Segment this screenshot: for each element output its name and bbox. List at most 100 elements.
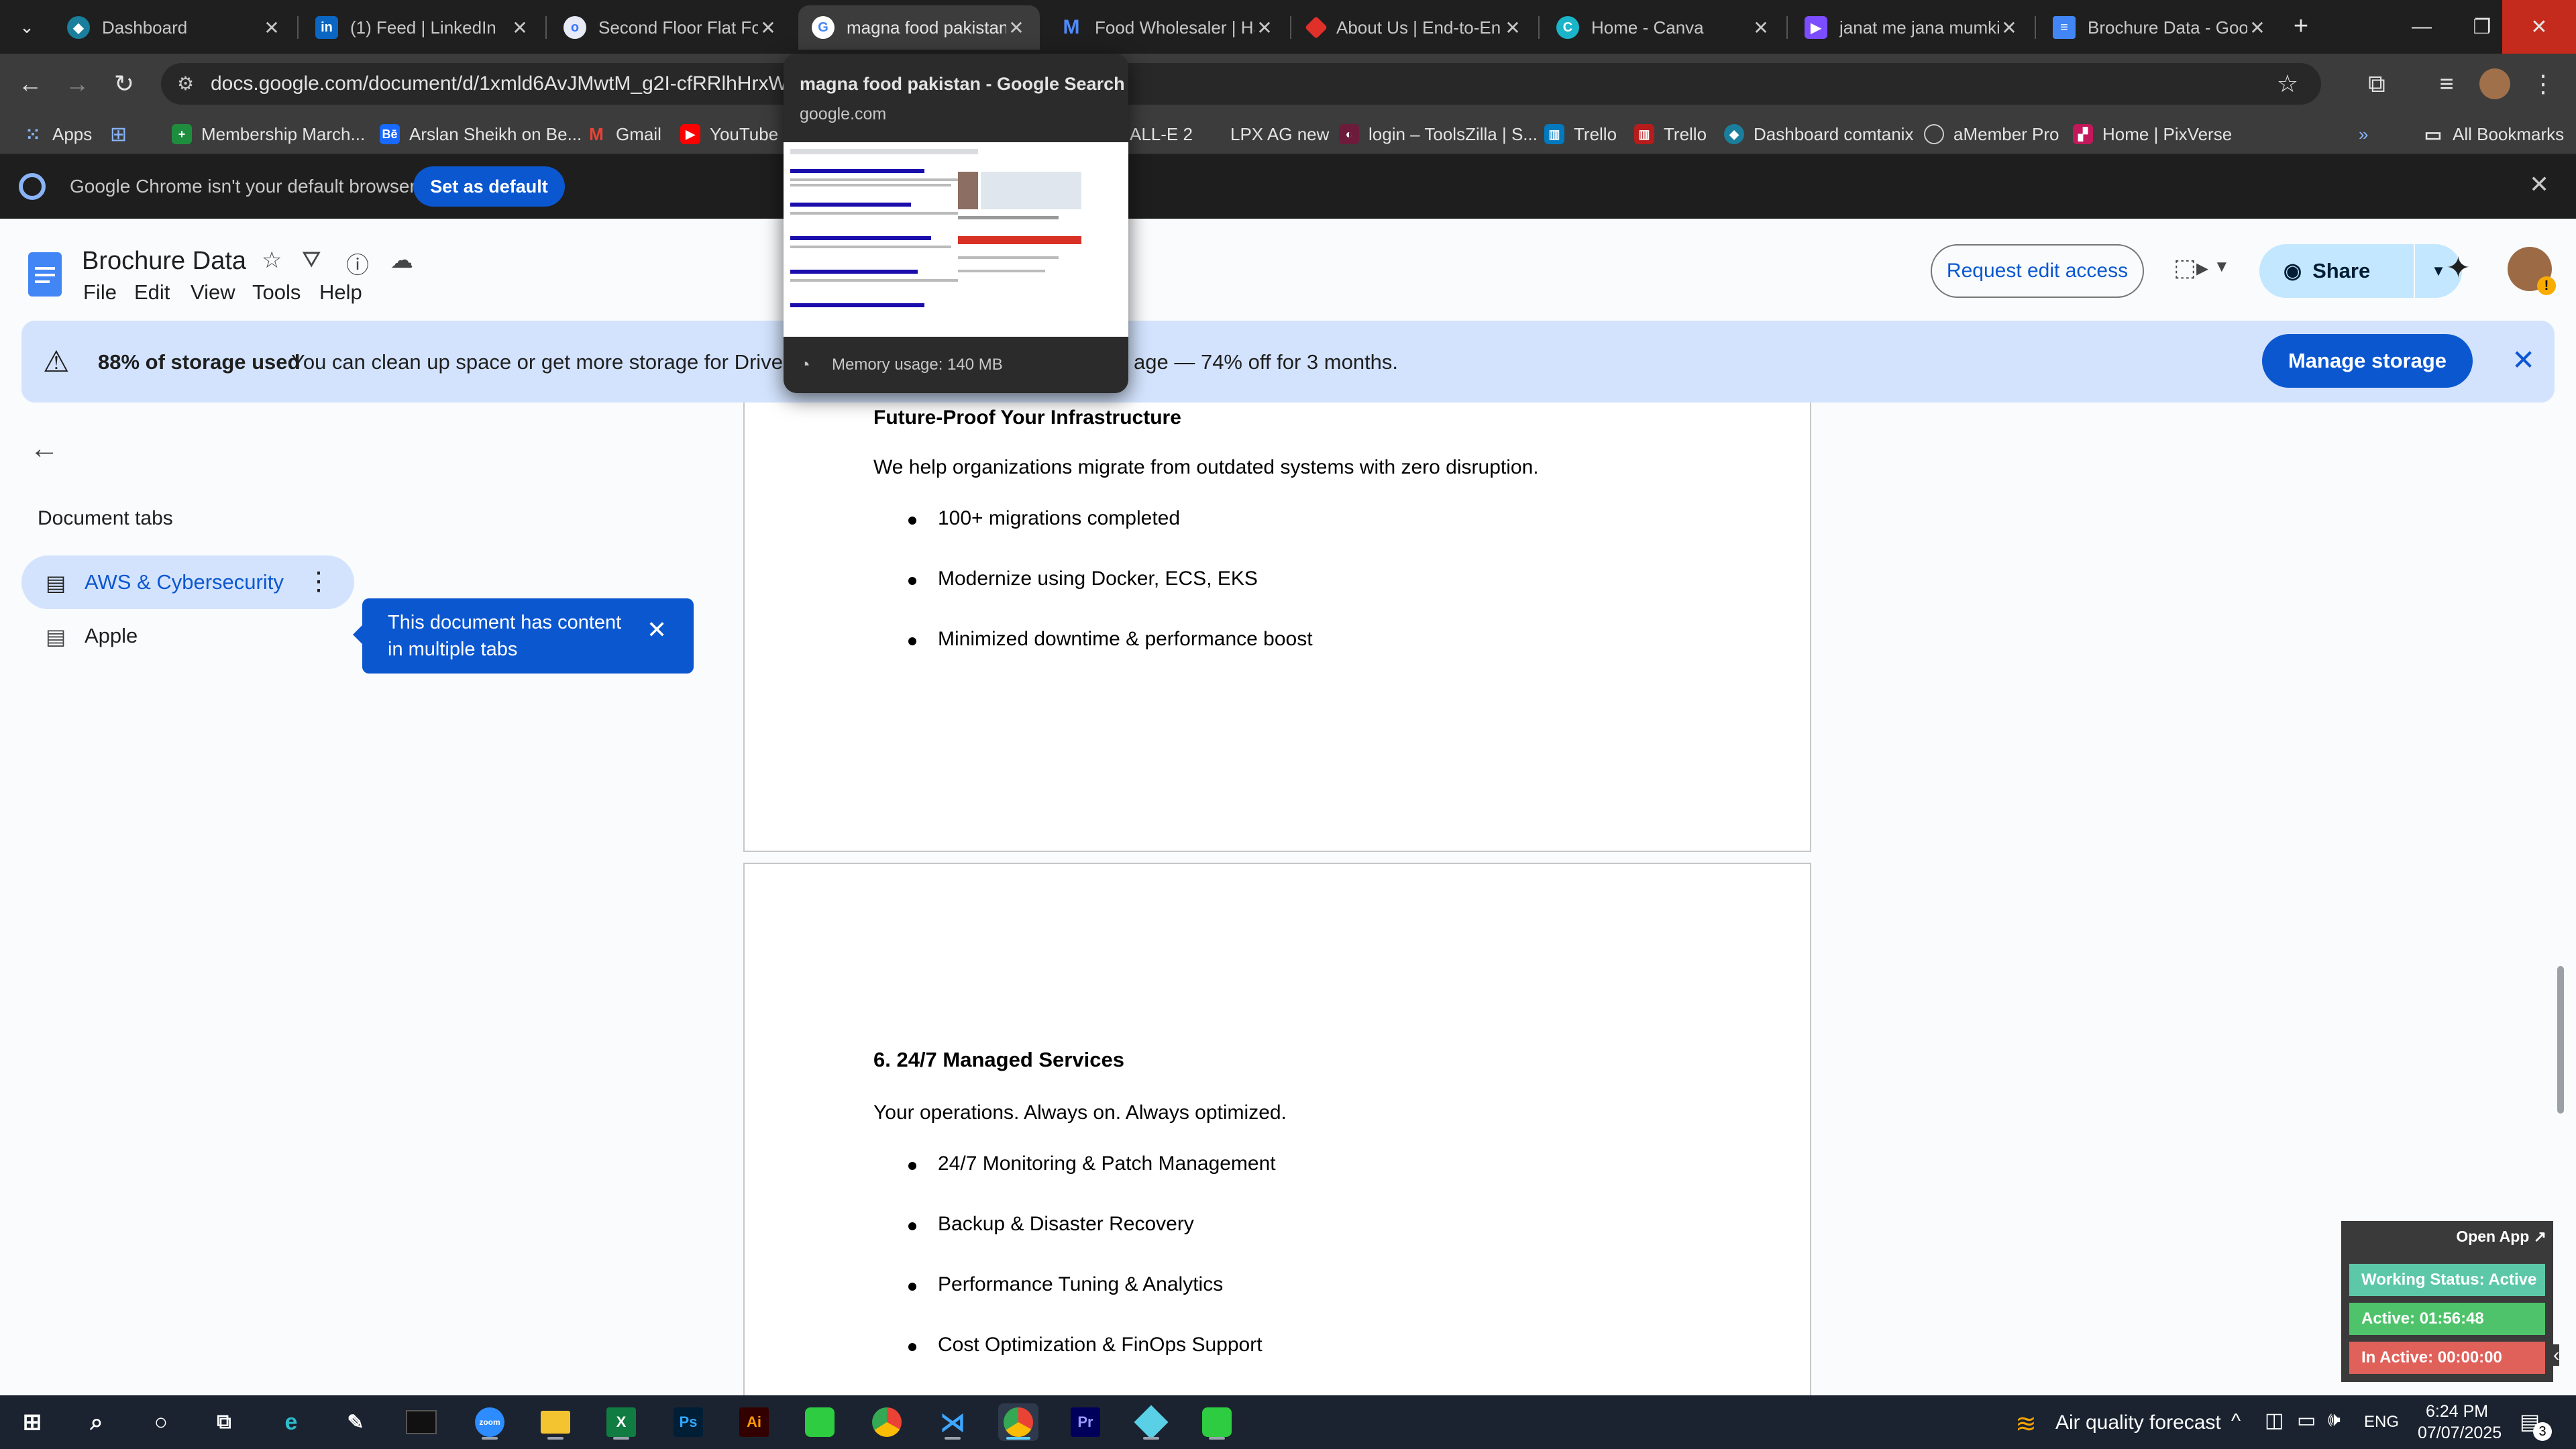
star-icon[interactable]: ☆ xyxy=(262,247,282,274)
browser-tab[interactable]: ▶ janat me jana mumki ✕ xyxy=(1791,5,2033,50)
search-icon[interactable]: ⌕ xyxy=(76,1403,117,1441)
windows-start-icon[interactable]: ⊞ xyxy=(12,1403,52,1441)
photoshop-icon[interactable]: Ps xyxy=(668,1403,708,1441)
browser-tab[interactable]: M Food Wholesaler | Ha ✕ xyxy=(1046,5,1288,50)
bookmark-item[interactable]: ALL-E 2 xyxy=(1130,121,1193,148)
bookmark-item[interactable]: ▶ YouTube xyxy=(680,121,778,148)
document-scrollbar[interactable] xyxy=(2557,966,2564,1114)
tab-search-button[interactable]: ⌄ xyxy=(12,12,42,42)
bookmark-item[interactable]: + Membership March... xyxy=(172,121,365,148)
request-edit-access-button[interactable]: Request edit access xyxy=(1931,244,2144,298)
green-app-icon[interactable] xyxy=(800,1403,840,1441)
chrome-icon[interactable] xyxy=(867,1403,907,1441)
document-title[interactable]: Brochure Data xyxy=(82,247,246,276)
browser-tab[interactable]: About Us | End-to-En ✕ xyxy=(1295,5,1536,50)
tab-options-kebab-icon[interactable]: ⋮ xyxy=(306,566,331,596)
extensions-icon[interactable]: ⧉ xyxy=(2359,66,2395,102)
close-icon[interactable]: ✕ xyxy=(262,17,282,39)
browser-tab-hovered[interactable]: G magna food pakistan ✕ xyxy=(798,5,1040,50)
browser-tab[interactable]: in (1) Feed | LinkedIn ✕ xyxy=(302,5,543,50)
close-infobar-icon[interactable]: ✕ xyxy=(2529,170,2549,199)
back-arrow-icon[interactable]: ← xyxy=(12,66,48,102)
zoom-icon[interactable]: zoom xyxy=(470,1403,510,1441)
terminal-icon[interactable] xyxy=(401,1403,441,1441)
browser-tab[interactable]: ◆ Dashboard ✕ xyxy=(54,5,295,50)
weather-text[interactable]: Air quality forecast xyxy=(2055,1411,2221,1434)
new-tab-plus-icon[interactable]: + xyxy=(2284,9,2318,43)
forward-arrow-icon[interactable]: → xyxy=(59,66,95,102)
chrome-active-icon[interactable] xyxy=(998,1403,1038,1441)
meet-camera-icon[interactable]: ⬚▸ xyxy=(2174,254,2208,282)
docs-logo-icon[interactable] xyxy=(28,252,62,297)
clock-date[interactable]: 07/07/2025 xyxy=(2418,1424,2502,1443)
bookmark-grid-icon[interactable]: ⊞ xyxy=(110,121,127,148)
vscode-icon[interactable]: ⋊ xyxy=(932,1403,973,1441)
tray-chevron-up-icon[interactable]: ^ xyxy=(2231,1410,2241,1433)
media-controls-icon[interactable]: ≡ xyxy=(2428,66,2465,102)
bookmark-star-icon[interactable]: ☆ xyxy=(2277,70,2298,98)
close-icon[interactable]: ✕ xyxy=(1254,17,1275,39)
bookmark-apps[interactable]: ⁙ Apps xyxy=(23,121,92,148)
open-app-link[interactable]: Open App ↗ xyxy=(2456,1228,2546,1246)
cloud-saved-icon[interactable]: ☁ xyxy=(390,247,413,274)
excel-icon[interactable]: X xyxy=(601,1403,641,1441)
all-bookmarks-folder[interactable]: ▭ All Bookmarks xyxy=(2423,121,2564,148)
bookmark-item[interactable]: aMember Pro xyxy=(1924,121,2059,148)
task-view-icon[interactable]: ⧉ xyxy=(204,1403,244,1441)
input-language[interactable]: ENG xyxy=(2364,1413,2399,1432)
doc-tab-aws-cybersecurity[interactable]: ▤ AWS & Cybersecurity ⋮ xyxy=(21,555,354,609)
illustrator-icon[interactable]: Ai xyxy=(734,1403,774,1441)
close-icon[interactable]: ✕ xyxy=(510,17,530,39)
weather-icon[interactable]: ≋ xyxy=(2015,1409,2037,1439)
account-avatar[interactable]: ! xyxy=(2508,247,2556,295)
bookmark-item[interactable]: Bē Arslan Sheikh on Be... xyxy=(380,121,582,148)
bookmark-item[interactable]: ▥ Trello xyxy=(1544,121,1617,148)
clock-time[interactable]: 6:24 PM xyxy=(2426,1402,2488,1421)
doc-tab-apple[interactable]: ▤ Apple xyxy=(21,610,354,661)
bookmark-item[interactable]: ◆ Dashboard comtanix xyxy=(1724,121,1913,148)
close-icon[interactable]: ✕ xyxy=(1006,17,1026,39)
close-icon[interactable]: ✕ xyxy=(2247,17,2267,39)
share-button[interactable]: ◉ Share xyxy=(2259,244,2414,298)
gemini-spark-icon[interactable]: ✦ xyxy=(2446,251,2471,285)
menu-view[interactable]: View xyxy=(191,280,235,305)
menu-edit[interactable]: Edit xyxy=(134,280,170,305)
set-as-default-button[interactable]: Set as default xyxy=(413,166,565,207)
edge-icon[interactable]: e xyxy=(271,1403,311,1441)
collapse-widget-chevron-icon[interactable]: ‹ xyxy=(2553,1344,2560,1366)
close-window-icon[interactable]: ✕ xyxy=(2502,0,2576,54)
manage-storage-button[interactable]: Manage storage xyxy=(2262,334,2473,388)
network-icon[interactable]: ▭ xyxy=(2297,1409,2316,1432)
browser-tab[interactable]: ≡ Brochure Data - Goo ✕ xyxy=(2039,5,2281,50)
premiere-icon[interactable]: Pr xyxy=(1065,1403,1106,1441)
address-bar[interactable]: ⚙ docs.google.com/document/d/1xmld6AvJMw… xyxy=(161,63,2321,105)
close-icon[interactable]: ✕ xyxy=(1999,17,2019,39)
close-icon[interactable]: ✕ xyxy=(1751,17,1771,39)
meet-now-icon[interactable]: ◫ xyxy=(2265,1409,2284,1432)
move-to-drive-icon[interactable]: ⛛ xyxy=(302,247,321,273)
browser-tab[interactable]: o Second Floor Flat For ✕ xyxy=(550,5,792,50)
bookmark-item[interactable]: ◐ login – ToolsZilla | S... xyxy=(1339,121,1538,148)
bookmark-item[interactable]: ▥ Trello xyxy=(1634,121,1707,148)
bookmark-item[interactable]: LPX AG new xyxy=(1201,121,1329,148)
reload-icon[interactable]: ↻ xyxy=(106,66,142,102)
close-icon[interactable]: ✕ xyxy=(758,17,778,39)
cortana-icon[interactable]: ○ xyxy=(141,1403,181,1441)
more-bookmarks-chevron-icon[interactable]: » xyxy=(2359,121,2368,148)
bookmark-item[interactable]: ▞ Home | PixVerse xyxy=(2073,121,2232,148)
details-info-icon[interactable]: ⓘ xyxy=(346,247,369,280)
back-arrow-icon[interactable]: ← xyxy=(30,432,59,466)
close-icon[interactable]: ✕ xyxy=(1503,17,1523,39)
menu-file[interactable]: File xyxy=(83,280,117,305)
chevron-down-icon[interactable]: ▼ xyxy=(2214,258,2230,276)
pen-tool-icon[interactable]: ✎ xyxy=(335,1403,376,1441)
chrome-menu-icon[interactable]: ⋮ xyxy=(2525,66,2561,102)
green-app-2-icon[interactable] xyxy=(1197,1403,1237,1441)
browser-tab[interactable]: C Home - Canva ✕ xyxy=(1543,5,1784,50)
close-banner-icon[interactable]: ✕ xyxy=(2512,343,2535,376)
volume-icon[interactable]: 🕪 xyxy=(2328,1409,2341,1432)
comtanix-app-icon[interactable] xyxy=(1131,1403,1171,1441)
site-info-icon[interactable]: ⚙ xyxy=(177,72,194,95)
menu-tools[interactable]: Tools xyxy=(252,280,301,305)
file-explorer-icon[interactable] xyxy=(535,1403,576,1441)
